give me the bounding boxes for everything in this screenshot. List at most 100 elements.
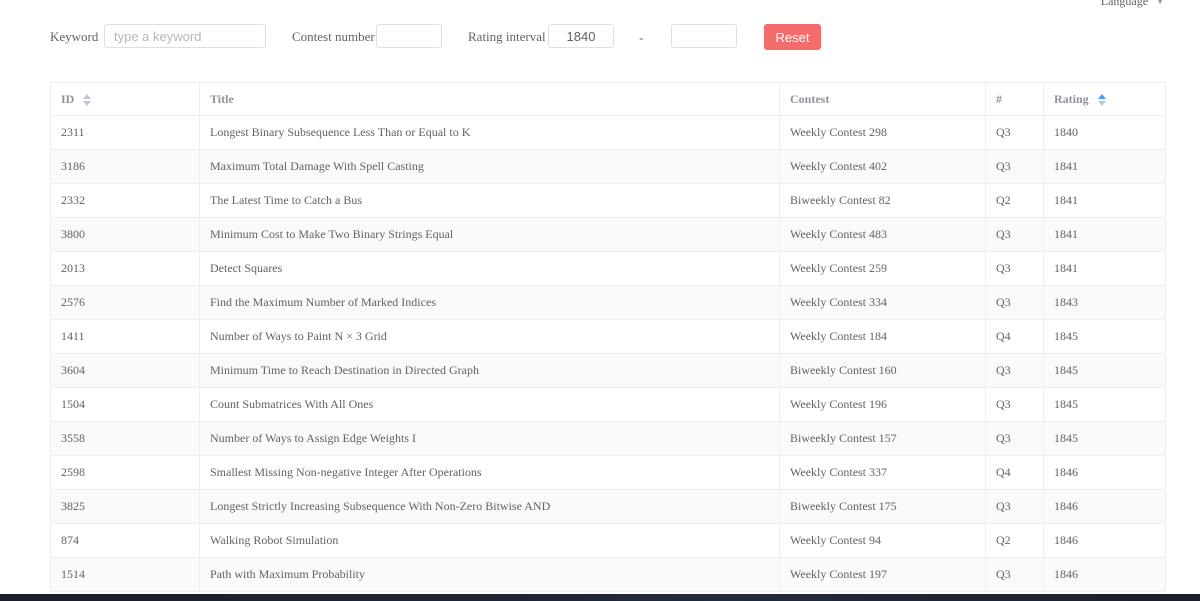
table-row[interactable]: 1514 Path with Maximum Probability Weekly …	[50, 557, 1166, 592]
cell-title[interactable]: The Latest Time to Catch a Bus	[199, 183, 780, 218]
cell-id: 874	[50, 523, 200, 558]
os-taskbar	[0, 594, 1200, 601]
cell-rating: 1846	[1043, 489, 1166, 524]
reset-button[interactable]: Reset	[764, 24, 821, 50]
keyword-input[interactable]	[104, 24, 266, 48]
cell-title[interactable]: Longest Strictly Increasing Subsequence …	[199, 489, 780, 524]
sort-caret-icon[interactable]	[1097, 93, 1106, 106]
cell-contest[interactable]: Biweekly Contest 175	[779, 489, 986, 524]
cell-title[interactable]: Number of Ways to Paint N × 3 Grid	[199, 319, 780, 354]
cell-id: 3825	[50, 489, 200, 524]
cell-rating: 1845	[1043, 421, 1166, 456]
language-label: Language	[1100, 0, 1149, 8]
rating-separator: -	[639, 30, 644, 45]
cell-contest[interactable]: Biweekly Contest 157	[779, 421, 986, 456]
cell-rating: 1841	[1043, 217, 1166, 252]
cell-rating: 1845	[1043, 387, 1166, 422]
keyword-label: Keyword	[50, 29, 99, 44]
cell-id: 3604	[50, 353, 200, 388]
cell-contest[interactable]: Weekly Contest 334	[779, 285, 986, 320]
cell-title[interactable]: Longest Binary Subsequence Less Than or …	[199, 115, 780, 150]
cell-contest[interactable]: Weekly Contest 402	[779, 149, 986, 184]
cell-id: 2598	[50, 455, 200, 490]
cell-contest[interactable]: Weekly Contest 298	[779, 115, 986, 150]
cell-contest[interactable]: Weekly Contest 483	[779, 217, 986, 252]
cell-question-number: Q3	[985, 489, 1044, 524]
cell-rating: 1841	[1043, 183, 1166, 218]
cell-contest[interactable]: Weekly Contest 196	[779, 387, 986, 422]
contest-number-label: Contest number	[292, 29, 375, 44]
cell-question-number: Q3	[985, 217, 1044, 252]
cell-question-number: Q3	[985, 285, 1044, 320]
table-row[interactable]: 3825 Longest Strictly Increasing Subseque…	[50, 489, 1166, 524]
column-header-id[interactable]: ID	[50, 82, 200, 116]
cell-question-number: Q4	[985, 319, 1044, 354]
cell-question-number: Q4	[985, 455, 1044, 490]
cell-contest[interactable]: Biweekly Contest 160	[779, 353, 986, 388]
cell-title[interactable]: Detect Squares	[199, 251, 780, 286]
cell-rating: 1845	[1043, 353, 1166, 388]
language-selector[interactable]: Language ▼	[1101, 0, 1164, 9]
cell-title[interactable]: Maximum Total Damage With Spell Casting	[199, 149, 780, 184]
problem-table: ID Title Contest # Rating 2311 Longest Bi…	[50, 82, 1166, 592]
cell-contest[interactable]: Weekly Contest 259	[779, 251, 986, 286]
cell-question-number: Q3	[985, 149, 1044, 184]
table-body: 2311 Longest Binary Subsequence Less Than…	[50, 115, 1166, 592]
cell-rating: 1846	[1043, 455, 1166, 490]
table-row[interactable]: 1504 Count Submatrices With All Ones Weekl…	[50, 387, 1166, 422]
cell-title[interactable]: Minimum Time to Reach Destination in Dir…	[199, 353, 780, 388]
cell-question-number: Q3	[985, 421, 1044, 456]
sort-caret-icon[interactable]	[83, 93, 92, 106]
cell-id: 3558	[50, 421, 200, 456]
cell-rating: 1846	[1043, 523, 1166, 558]
contest-number-input[interactable]	[376, 24, 442, 48]
table-row[interactable]: 2576 Find the Maximum Number of Marked In…	[50, 285, 1166, 320]
cell-id: 3800	[50, 217, 200, 252]
cell-id: 1514	[50, 557, 200, 592]
table-row[interactable]: 874 Walking Robot Simulation Weekly Contes…	[50, 523, 1166, 558]
table-row[interactable]: 3604 Minimum Time to Reach Destination in…	[50, 353, 1166, 388]
cell-question-number: Q2	[985, 523, 1044, 558]
table-row[interactable]: 2311 Longest Binary Subsequence Less Than…	[50, 115, 1166, 150]
cell-id: 2311	[50, 115, 200, 150]
column-header-contest-label: Contest	[790, 91, 830, 106]
column-header-rating[interactable]: Rating	[1043, 82, 1166, 116]
filter-bar: Keyword Contest number Rating interval -…	[50, 24, 850, 50]
cell-question-number: Q3	[985, 115, 1044, 150]
table-row[interactable]: 2332 The Latest Time to Catch a Bus Biweek…	[50, 183, 1166, 218]
chevron-down-icon: ▼	[1156, 0, 1164, 6]
table-row[interactable]: 2013 Detect Squares Weekly Contest 259 Q3 18…	[50, 251, 1166, 286]
rating-min-input[interactable]	[548, 24, 614, 48]
column-header-title-label: Title	[210, 91, 234, 106]
rating-max-input[interactable]	[671, 24, 737, 48]
cell-title[interactable]: Number of Ways to Assign Edge Weights I	[199, 421, 780, 456]
table-row[interactable]: 3186 Maximum Total Damage With Spell Cast…	[50, 149, 1166, 184]
cell-contest[interactable]: Weekly Contest 94	[779, 523, 986, 558]
column-header-title: Title	[199, 82, 780, 116]
cell-question-number: Q2	[985, 183, 1044, 218]
rating-interval-label: Rating interval	[468, 29, 546, 44]
cell-title[interactable]: Minimum Cost to Make Two Binary Strings …	[199, 217, 780, 252]
cell-contest[interactable]: Weekly Contest 337	[779, 455, 986, 490]
cell-contest[interactable]: Weekly Contest 197	[779, 557, 986, 592]
cell-question-number: Q3	[985, 387, 1044, 422]
cell-contest[interactable]: Weekly Contest 184	[779, 319, 986, 354]
column-header-rating-label: Rating	[1054, 91, 1089, 106]
table-row[interactable]: 2598 Smallest Missing Non-negative Intege…	[50, 455, 1166, 490]
cell-id: 2576	[50, 285, 200, 320]
cell-title[interactable]: Path with Maximum Probability	[199, 557, 780, 592]
cell-title[interactable]: Count Submatrices With All Ones	[199, 387, 780, 422]
cell-title[interactable]: Find the Maximum Number of Marked Indice…	[199, 285, 780, 320]
column-header-contest: Contest	[779, 82, 986, 116]
cell-id: 2013	[50, 251, 200, 286]
table-row[interactable]: 1411 Number of Ways to Paint N × 3 Grid We…	[50, 319, 1166, 354]
cell-id: 1504	[50, 387, 200, 422]
cell-contest[interactable]: Biweekly Contest 82	[779, 183, 986, 218]
cell-title[interactable]: Walking Robot Simulation	[199, 523, 780, 558]
problem-list-page: Language ▼ Keyword Contest number Rating…	[0, 0, 1200, 601]
table-row[interactable]: 3558 Number of Ways to Assign Edge Weight…	[50, 421, 1166, 456]
column-header-number-label: #	[996, 91, 1002, 106]
table-row[interactable]: 3800 Minimum Cost to Make Two Binary Stri…	[50, 217, 1166, 252]
cell-title[interactable]: Smallest Missing Non-negative Integer Af…	[199, 455, 780, 490]
cell-rating: 1846	[1043, 557, 1166, 592]
